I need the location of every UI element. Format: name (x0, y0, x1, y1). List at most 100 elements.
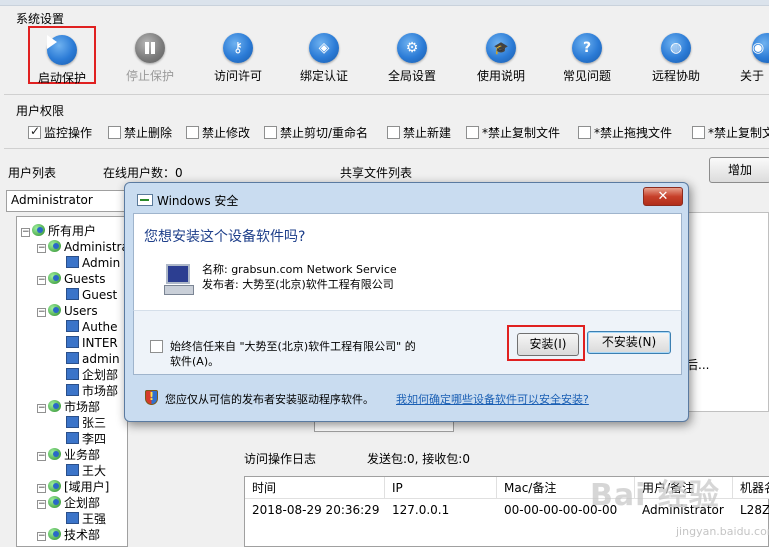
watermark-url: jingyan.baidu.com (676, 525, 769, 538)
tree-collapse-icon[interactable]: − (21, 228, 30, 237)
tree-node[interactable]: Admin (53, 255, 120, 271)
remote-assist-button[interactable]: ◍ 远程协助 (636, 30, 716, 84)
faq-button[interactable]: ? 常见问题 (547, 30, 627, 84)
forbid-delete-checkbox[interactable]: 禁止删除 (108, 124, 172, 140)
tree-collapse-icon[interactable]: − (37, 500, 46, 509)
tree-node[interactable]: Guest (53, 287, 117, 303)
checkbox-label: 监控操作 (44, 126, 93, 140)
col-header-time[interactable]: 时间 (245, 477, 385, 499)
checkbox-icon (387, 126, 400, 139)
checkbox-label: 禁止修改 (202, 126, 251, 140)
tree-node[interactable]: 市场部 (53, 383, 118, 399)
user-icon (66, 288, 79, 300)
tree-node-label: Administrat (64, 240, 128, 254)
tree-node[interactable]: 李四 (53, 431, 106, 447)
checkbox-icon (692, 126, 705, 139)
forbid-modify-checkbox[interactable]: 禁止修改 (186, 124, 250, 140)
tree-collapse-icon[interactable]: − (37, 244, 46, 253)
tree-collapse-icon[interactable]: − (37, 532, 46, 541)
checkbox-label: 禁止新建 (403, 126, 452, 140)
install-button[interactable]: 安装(I) (517, 333, 579, 356)
tree-node[interactable]: − 业务部 (37, 447, 100, 463)
user-icon (66, 384, 79, 396)
about-icon: ◉ (752, 33, 769, 63)
checkbox-label: 禁止删除 (124, 126, 173, 140)
col-header-ip[interactable]: IP (385, 477, 497, 499)
safe-install-help-link[interactable]: 我如何确定哪些设备软件可以安全安装? (396, 391, 589, 407)
stop-protection-button[interactable]: 停止保护 (110, 30, 190, 84)
tree-node-label: Authe (82, 320, 118, 334)
tree-node[interactable]: − Users (37, 303, 98, 319)
tree-node[interactable]: 张三 (53, 415, 106, 431)
tree-node[interactable]: − 技术部 (37, 527, 100, 543)
close-icon: ✕ (657, 189, 669, 204)
tree-node[interactable]: − 市场部 (37, 399, 100, 415)
tree-node[interactable]: − 企划部 (37, 495, 100, 511)
packet-stats: 发送包:0, 接收包:0 (367, 452, 470, 466)
system-settings-label: 系统设置 (16, 12, 65, 26)
user-icon (66, 416, 79, 428)
user-group-icon (48, 240, 61, 252)
usage-guide-button[interactable]: 🎓 使用说明 (461, 30, 541, 84)
tree-node-label: [域用户] (64, 480, 110, 494)
tree-collapse-icon[interactable]: − (37, 308, 46, 317)
always-trust-checkbox[interactable] (150, 340, 166, 356)
forbid-cut-rename-checkbox[interactable]: 禁止剪切/重命名 (264, 124, 368, 140)
tree-node-label: Admin (82, 256, 121, 270)
tree-node-label: 所有用户 (48, 224, 97, 238)
tree-node-label: 企划部 (64, 496, 101, 510)
user-tree[interactable]: − 所有用户 − Administrat Admin − Guests Guest − Users… (16, 216, 128, 547)
tree-node-label: 技术部 (64, 528, 101, 542)
user-group-icon (48, 528, 61, 540)
footer-warning-text: 您应仅从可信的发布者安装驱动程序软件。 (165, 393, 374, 406)
tree-node[interactable]: − 所有用户 (21, 223, 96, 239)
tree-node[interactable]: Authe (53, 319, 118, 335)
install-highlight: 安装(I) (507, 325, 585, 361)
tree-node[interactable]: − Guests (37, 271, 106, 287)
user-permissions-label: 用户权限 (16, 104, 65, 118)
baidu-watermark: Bai 经验 (590, 478, 720, 513)
tree-node[interactable]: 王大 (53, 463, 106, 479)
tree-node-label: 王强 (82, 512, 107, 526)
forbid-new-checkbox[interactable]: 禁止新建 (387, 124, 451, 140)
tree-collapse-icon[interactable]: − (37, 484, 46, 493)
forbid-copy-file-checkbox[interactable]: *禁止复制文件 (466, 124, 560, 140)
tree-node[interactable]: 企划部 (53, 367, 118, 383)
pause-icon (135, 33, 165, 63)
checkbox-icon (108, 126, 121, 139)
globe-icon: ◍ (661, 33, 691, 63)
start-protection-button[interactable]: 启动保护 (28, 26, 96, 85)
install-question: 您想安装这个设备软件吗? (144, 229, 306, 245)
tree-node[interactable]: INTER (53, 335, 118, 351)
tree-collapse-icon[interactable]: − (37, 404, 46, 413)
tree-collapse-icon[interactable]: − (37, 276, 46, 285)
dont-install-button[interactable]: 不安装(N) (587, 331, 671, 354)
graduation-cap-icon: 🎓 (486, 33, 516, 63)
access-permission-button[interactable]: ⚷ 访问许可 (198, 30, 278, 84)
tree-node-label: Guests (64, 272, 106, 286)
play-icon (47, 35, 77, 65)
user-icon (66, 320, 79, 332)
forbid-drag-file-checkbox[interactable]: *禁止拖拽文件 (578, 124, 672, 140)
tree-node[interactable]: admin (53, 351, 120, 367)
about-button[interactable]: ◉ 关于 (722, 30, 769, 84)
tree-node[interactable]: − Administrat (37, 239, 128, 255)
user-icon (66, 352, 79, 364)
col-header-machine[interactable]: 机器名 (733, 477, 769, 499)
tree-node[interactable]: − [域用户] (37, 479, 109, 495)
tree-collapse-icon[interactable]: − (37, 452, 46, 461)
global-settings-button[interactable]: ⚙ 全局设置 (372, 30, 452, 84)
gear-icon: ⚙ (397, 33, 427, 63)
close-button[interactable]: ✕ (643, 187, 683, 206)
forbid-copy-text-checkbox[interactable]: *禁止复制文 (692, 124, 769, 140)
user-group-icon (48, 496, 61, 508)
bind-auth-button[interactable]: ◈ 绑定认证 (284, 30, 364, 84)
tree-node[interactable]: 王强 (53, 511, 106, 527)
tree-node-label: 企划部 (82, 368, 119, 382)
add-button[interactable]: 增加 (709, 157, 769, 183)
toolbar-separator (4, 94, 769, 95)
checkbox-label: *禁止复制文 (708, 126, 769, 140)
monitor-ops-checkbox[interactable]: 监控操作 (28, 124, 92, 140)
tree-node-label: 王大 (82, 464, 107, 478)
user-group-icon (48, 480, 61, 492)
